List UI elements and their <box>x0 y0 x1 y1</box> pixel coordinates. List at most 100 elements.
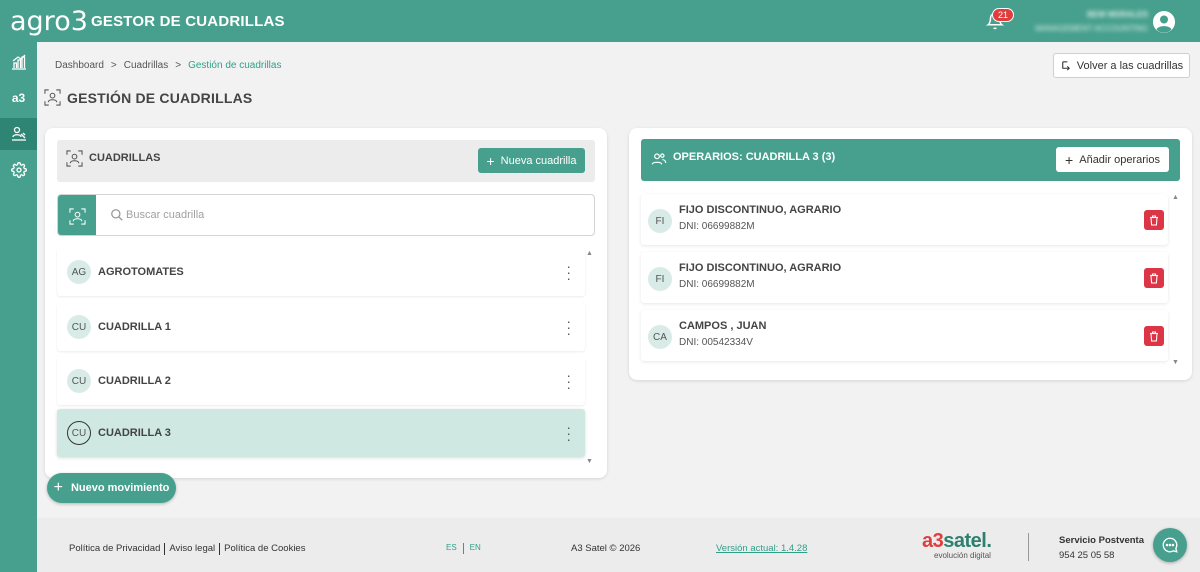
app-logo[interactable]: agro3 <box>10 6 88 37</box>
app-title: GESTOR DE CUADRILLAS <box>91 13 285 30</box>
breadcrumb-dashboard[interactable]: Dashboard <box>55 60 104 71</box>
operario-name: FIJO DISCONTINUO, AGRARIO <box>679 262 842 274</box>
operario-dni: DNI: 06699882M <box>679 279 755 290</box>
user-role: MANAGEMENT ACCOUNTING <box>1035 24 1148 33</box>
add-operarios-label: Añadir operarios <box>1079 153 1160 166</box>
more-vertical-icon[interactable]: · · · <box>566 314 571 340</box>
link-separator <box>164 543 166 555</box>
scroll-up-arrow[interactable]: ▲ <box>1172 194 1179 201</box>
delete-operario-button[interactable] <box>1144 326 1164 346</box>
operario-dni: DNI: 00542334V <box>679 337 753 348</box>
team-frame-icon <box>66 150 83 167</box>
support-phone[interactable]: 954 25 05 58 <box>1059 550 1114 561</box>
lang-es[interactable]: ES <box>446 543 457 554</box>
brand-tagline: evolución digital <box>934 551 991 560</box>
return-icon <box>1061 61 1070 71</box>
new-cuadrilla-button[interactable]: + Nueva cuadrilla <box>478 148 585 173</box>
cuadrilla-name: CUADRILLA 2 <box>98 375 171 387</box>
more-vertical-icon[interactable]: · · · <box>566 259 571 285</box>
operario-dni: DNI: 06699882M <box>679 221 755 232</box>
sidebar-item-a3[interactable]: a3 <box>0 82 37 114</box>
a3-icon: a3 <box>11 91 26 105</box>
chart-icon <box>11 54 26 70</box>
chat-button[interactable] <box>1153 528 1187 562</box>
search-input[interactable] <box>108 195 578 235</box>
more-vertical-icon[interactable]: · · · <box>566 368 571 394</box>
breadcrumb: Dashboard > Cuadrillas > Gestión de cuad… <box>55 60 281 71</box>
footer: Política de Privacidad Aviso legal Polít… <box>37 518 1200 572</box>
gear-icon <box>10 162 27 178</box>
page-header: GESTIÓN DE CUADRILLAS <box>44 89 252 106</box>
operario-avatar: CA <box>648 325 672 349</box>
lang-separator <box>462 543 464 554</box>
operario-item[interactable]: FI FIJO DISCONTINUO, AGRARIO DNI: 066998… <box>641 252 1168 303</box>
sidebar-item-settings[interactable] <box>0 154 37 186</box>
cookies-link[interactable]: Política de Cookies <box>224 543 305 555</box>
team-frame-icon <box>44 89 61 106</box>
team-frame-icon <box>68 207 86 225</box>
search-bar <box>57 194 595 236</box>
cuadrillas-panel: CUADRILLAS + Nueva cuadrilla ▲ AG AGROTO… <box>45 128 607 478</box>
scroll-down-arrow[interactable]: ▼ <box>1172 359 1179 366</box>
operario-item[interactable]: FI FIJO DISCONTINUO, AGRARIO DNI: 066998… <box>641 194 1168 245</box>
lang-en[interactable]: EN <box>470 543 481 554</box>
cuadrilla-item[interactable]: AG AGROTOMATES · · · <box>57 248 585 296</box>
cuadrilla-avatar: CU <box>67 315 91 339</box>
cuadrilla-avatar: CU <box>67 369 91 393</box>
operarios-panel: OPERARIOS: CUADRILLA 3 (3) + Añadir oper… <box>629 128 1192 380</box>
privacy-link[interactable]: Política de Privacidad <box>69 543 160 555</box>
cuadrilla-item[interactable]: CU CUADRILLA 2 · · · <box>57 357 585 405</box>
cuadrillas-panel-title: CUADRILLAS <box>89 152 161 164</box>
new-cuadrilla-label: Nueva cuadrilla <box>500 154 577 167</box>
legal-notice-link[interactable]: Aviso legal <box>169 543 215 555</box>
sidebar-item-dashboard[interactable] <box>0 46 37 78</box>
chat-icon <box>1162 537 1178 553</box>
operario-name: CAMPOS , JUAN <box>679 320 767 332</box>
back-to-cuadrillas-button[interactable]: Volver a las cuadrillas <box>1053 53 1190 78</box>
plus-icon: + <box>53 479 63 496</box>
operarios-panel-header: OPERARIOS: CUADRILLA 3 (3) + Añadir oper… <box>641 139 1180 181</box>
trash-icon <box>1150 330 1158 342</box>
legal-links: Política de Privacidad Aviso legal Polít… <box>69 543 305 555</box>
plus-icon: + <box>486 152 495 169</box>
delete-operario-button[interactable] <box>1144 268 1164 288</box>
breadcrumb-separator: > <box>110 60 117 71</box>
version-link[interactable]: Versión actual: 1.4.28 <box>716 543 807 554</box>
search-filter-button[interactable] <box>58 195 96 235</box>
back-button-label: Volver a las cuadrillas <box>1076 59 1184 72</box>
notification-badge: 21 <box>992 8 1015 22</box>
user-avatar-icon[interactable] <box>1153 11 1175 33</box>
breadcrumb-cuadrillas[interactable]: Cuadrillas <box>124 60 168 71</box>
sidebar-item-cuadrillas[interactable] <box>0 118 37 150</box>
trash-icon <box>1150 214 1158 226</box>
user-name: BEW MORALES <box>1087 10 1148 19</box>
link-separator <box>219 543 221 555</box>
cuadrilla-item-selected[interactable]: CU CUADRILLA 3 · · · <box>57 409 585 457</box>
cuadrilla-item[interactable]: CU CUADRILLA 1 · · · <box>57 303 585 351</box>
new-movement-label: Nuevo movimiento <box>70 482 170 494</box>
operario-avatar: FI <box>648 209 672 233</box>
breadcrumb-separator: > <box>175 60 182 71</box>
users-icon <box>651 153 667 165</box>
plus-icon: + <box>1065 151 1074 168</box>
scroll-up-arrow[interactable]: ▲ <box>586 250 593 257</box>
new-movement-button[interactable]: + Nuevo movimiento <box>47 473 176 503</box>
operario-item[interactable]: CA CAMPOS , JUAN DNI: 00542334V <box>641 310 1168 361</box>
delete-operario-button[interactable] <box>1144 210 1164 230</box>
scroll-down-arrow[interactable]: ▼ <box>586 458 593 465</box>
breadcrumb-current: Gestión de cuadrillas <box>188 60 282 71</box>
a3satel-logo: a3satel. <box>922 530 992 552</box>
top-bar: agro3 GESTOR DE CUADRILLAS 21 BEW MORALE… <box>0 0 1200 42</box>
trash-icon <box>1150 272 1158 284</box>
operario-avatar: FI <box>648 267 672 291</box>
language-switcher: ES EN <box>446 543 481 554</box>
cuadrilla-name: CUADRILLA 3 <box>98 427 171 439</box>
page-title: GESTIÓN DE CUADRILLAS <box>67 89 253 106</box>
copyright: A3 Satel © 2026 <box>571 543 641 554</box>
more-vertical-icon[interactable]: · · · <box>566 420 571 446</box>
operarios-panel-title: OPERARIOS: CUADRILLA 3 (3) <box>673 151 836 163</box>
cuadrilla-name: CUADRILLA 1 <box>98 321 171 333</box>
cuadrilla-avatar: AG <box>67 260 91 284</box>
add-operarios-button[interactable]: + Añadir operarios <box>1056 147 1169 172</box>
footer-divider <box>1028 533 1029 561</box>
